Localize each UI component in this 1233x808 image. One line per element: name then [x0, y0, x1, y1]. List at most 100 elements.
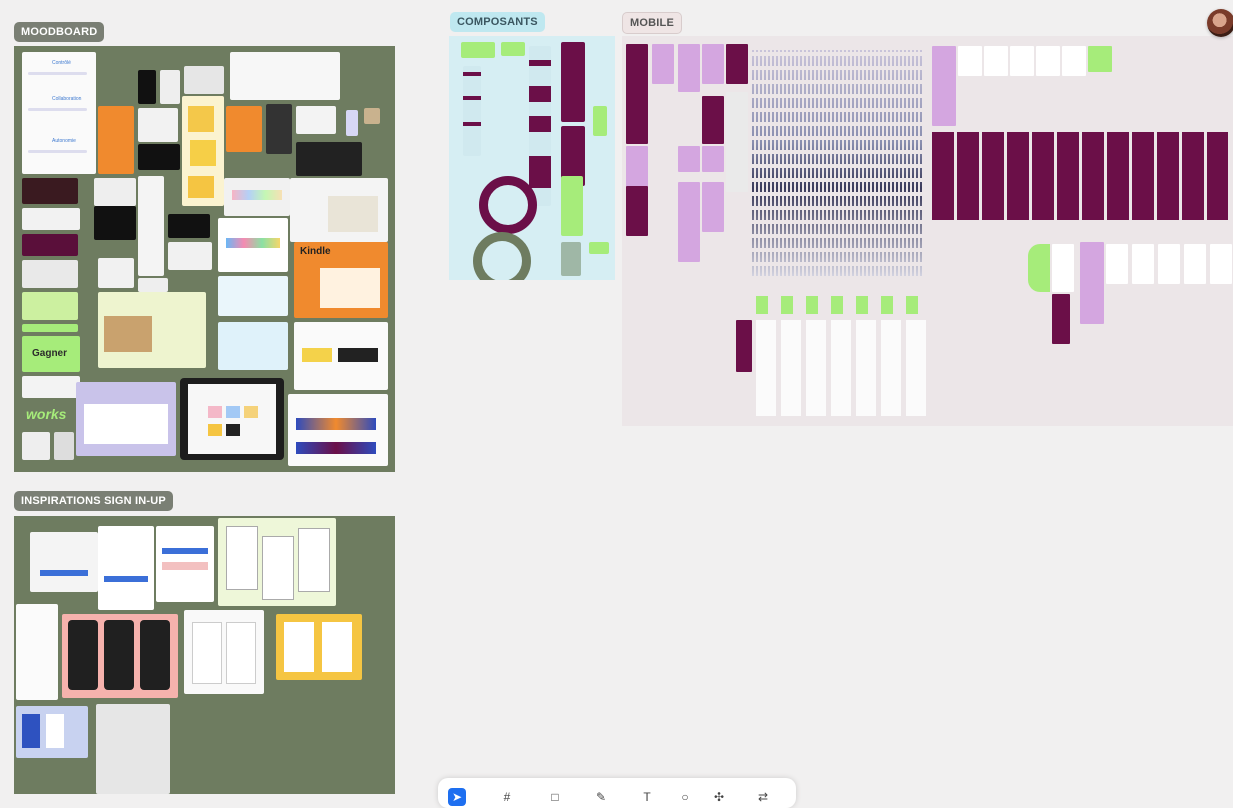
moodboard-kindle-card[interactable]: Kindle	[294, 242, 388, 318]
moodboard-tablet[interactable]	[180, 378, 284, 460]
comment-icon[interactable]: ○	[676, 788, 694, 806]
moodboard-item[interactable]	[168, 214, 210, 238]
mobile-screen[interactable]	[984, 46, 1008, 76]
moodboard-item[interactable]	[22, 260, 78, 288]
moodboard-works-card[interactable]: works	[22, 404, 80, 424]
mobile-board[interactable]	[622, 36, 1233, 426]
moodboard-item[interactable]	[22, 208, 80, 230]
mobile-screen[interactable]	[1210, 244, 1232, 284]
moodboard-item[interactable]	[98, 292, 206, 368]
moodboard-item[interactable]	[224, 178, 290, 216]
mobile-screen[interactable]	[958, 46, 982, 76]
frame-icon[interactable]: #	[498, 788, 516, 806]
mobile-screen[interactable]	[702, 44, 724, 84]
moodboard-item[interactable]	[98, 258, 134, 288]
mobile-screen[interactable]	[1088, 46, 1112, 72]
mobile-screen[interactable]	[1062, 46, 1086, 76]
moodboard-item[interactable]	[22, 324, 78, 332]
mobile-screen[interactable]	[1036, 46, 1060, 76]
component-item[interactable]	[589, 242, 609, 254]
moodboard-item[interactable]	[54, 432, 74, 460]
mobile-screen[interactable]	[932, 46, 956, 126]
user-avatar[interactable]	[1207, 9, 1233, 37]
moodboard-item[interactable]	[94, 206, 136, 240]
pen-icon[interactable]: ✎	[592, 788, 610, 806]
composants-label[interactable]: COMPOSANTS	[450, 12, 545, 32]
moodboard-item[interactable]	[290, 178, 388, 242]
mobile-screen[interactable]	[678, 182, 700, 262]
signin-item[interactable]	[184, 610, 264, 694]
moodboard-item[interactable]	[160, 70, 180, 104]
mobile-screen[interactable]	[1158, 244, 1180, 284]
moodboard-item[interactable]	[22, 234, 78, 256]
component-icon[interactable]: ✣	[710, 788, 728, 806]
moodboard-item[interactable]	[22, 432, 50, 460]
signin-item[interactable]	[16, 604, 58, 700]
moodboard-item[interactable]	[138, 108, 178, 142]
mobile-label[interactable]: MOBILE	[622, 12, 682, 34]
component-donut-purple[interactable]	[479, 176, 537, 234]
moodboard-label[interactable]: MOODBOARD	[14, 22, 105, 42]
mobile-screen[interactable]	[702, 182, 724, 232]
mobile-screen[interactable]	[1010, 46, 1034, 76]
moodboard-item[interactable]	[22, 376, 80, 398]
component-item[interactable]	[463, 66, 481, 156]
mobile-screen[interactable]	[678, 146, 700, 172]
moodboard-doc-card[interactable]: Contrôlé Collaboration Autonomie	[22, 52, 96, 174]
mobile-screen[interactable]	[726, 92, 748, 192]
mobile-screen[interactable]	[678, 44, 700, 92]
moodboard-item[interactable]	[226, 106, 262, 152]
moodboard-item[interactable]	[296, 142, 362, 176]
moodboard-item[interactable]	[230, 52, 340, 100]
mobile-screen[interactable]	[702, 96, 724, 144]
moodboard-item[interactable]	[288, 394, 388, 466]
mobile-white-column-row[interactable]	[756, 320, 926, 416]
mobile-screenshot-grid[interactable]	[752, 50, 922, 280]
moodboard-item[interactable]	[138, 278, 168, 292]
component-item[interactable]	[561, 176, 583, 236]
signin-item[interactable]	[276, 614, 362, 680]
mobile-screen[interactable]	[626, 186, 648, 236]
moodboard-item[interactable]	[138, 176, 164, 276]
moodboard-item[interactable]	[138, 70, 156, 104]
moodboard-item[interactable]	[364, 108, 380, 124]
moodboard-item[interactable]	[168, 242, 212, 270]
mobile-screen[interactable]	[702, 146, 724, 172]
moodboard-item[interactable]	[76, 382, 176, 456]
moodboard-item[interactable]	[266, 104, 292, 154]
cursor-icon[interactable]: ➤	[448, 788, 466, 806]
moodboard-item[interactable]	[184, 66, 224, 94]
component-item[interactable]	[593, 106, 607, 136]
mobile-green-tabs[interactable]	[756, 296, 926, 314]
signin-board[interactable]	[14, 516, 395, 794]
moodboard-gagner-card[interactable]: Gagner	[22, 336, 80, 372]
signin-item[interactable]	[98, 526, 154, 610]
moodboard-item[interactable]	[22, 292, 78, 320]
moodboard-item[interactable]	[294, 322, 388, 390]
mobile-screen[interactable]	[1052, 294, 1070, 344]
share-icon[interactable]: ⇄	[754, 788, 772, 806]
component-item[interactable]	[561, 42, 585, 122]
mobile-screen[interactable]	[1184, 244, 1206, 284]
mobile-screen[interactable]	[1132, 244, 1154, 284]
mobile-purple-row[interactable]	[932, 132, 1228, 220]
component-donut-green[interactable]	[473, 232, 531, 280]
component-item[interactable]	[561, 242, 581, 276]
moodboard-item[interactable]	[218, 276, 288, 316]
mobile-screen[interactable]	[1052, 244, 1074, 292]
moodboard-item[interactable]	[218, 322, 288, 370]
signin-item[interactable]	[218, 518, 336, 606]
mobile-screen[interactable]	[1028, 244, 1050, 292]
moodboard-sticky-notes[interactable]	[182, 96, 224, 206]
signin-item[interactable]	[16, 706, 88, 758]
component-item[interactable]	[529, 46, 551, 206]
moodboard-item[interactable]	[98, 106, 134, 174]
moodboard-item[interactable]	[346, 110, 358, 136]
component-item[interactable]	[501, 42, 525, 56]
moodboard-item[interactable]	[94, 178, 136, 206]
signin-item[interactable]	[96, 704, 170, 794]
mobile-screen[interactable]	[736, 320, 752, 372]
mobile-screen[interactable]	[1106, 244, 1128, 284]
text-icon[interactable]: T	[638, 788, 656, 806]
mobile-screen[interactable]	[626, 44, 648, 144]
